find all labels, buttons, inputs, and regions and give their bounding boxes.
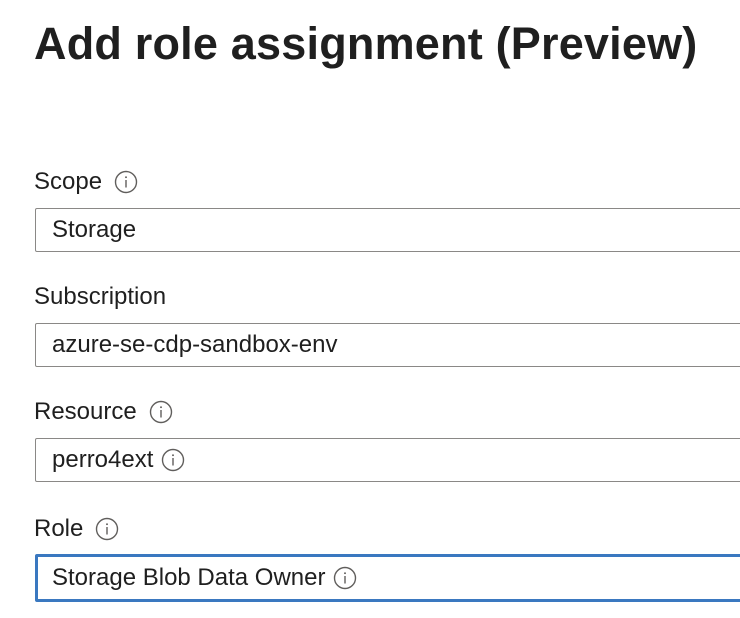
- subscription-field[interactable]: azure-se-cdp-sandbox-env: [35, 323, 740, 367]
- scope-label-row: Scope: [34, 167, 138, 197]
- role-label: Role: [34, 515, 84, 542]
- subscription-label: Subscription: [34, 283, 167, 310]
- role-info-icon[interactable]: [95, 517, 119, 541]
- role-value: Storage Blob Data Owner: [52, 564, 326, 591]
- scope-value: Storage: [52, 216, 137, 243]
- resource-value: perro4ext: [52, 446, 154, 473]
- scope-field[interactable]: Storage: [35, 208, 740, 252]
- role-label-row: Role: [34, 514, 119, 544]
- resource-info-icon[interactable]: [149, 400, 173, 424]
- subscription-label-row: Subscription: [34, 282, 166, 312]
- resource-field[interactable]: perro4ext: [35, 438, 740, 482]
- scope-info-icon[interactable]: [114, 170, 138, 194]
- role-field[interactable]: Storage Blob Data Owner: [35, 554, 740, 602]
- resource-label: Resource: [34, 398, 137, 425]
- resource-label-row: Resource: [34, 397, 173, 427]
- subscription-value: azure-se-cdp-sandbox-env: [52, 331, 338, 358]
- role-value-info-icon[interactable]: [333, 566, 357, 590]
- page-title: Add role assignment (Preview): [34, 18, 698, 69]
- resource-value-info-icon[interactable]: [161, 448, 185, 472]
- scope-label: Scope: [34, 168, 103, 195]
